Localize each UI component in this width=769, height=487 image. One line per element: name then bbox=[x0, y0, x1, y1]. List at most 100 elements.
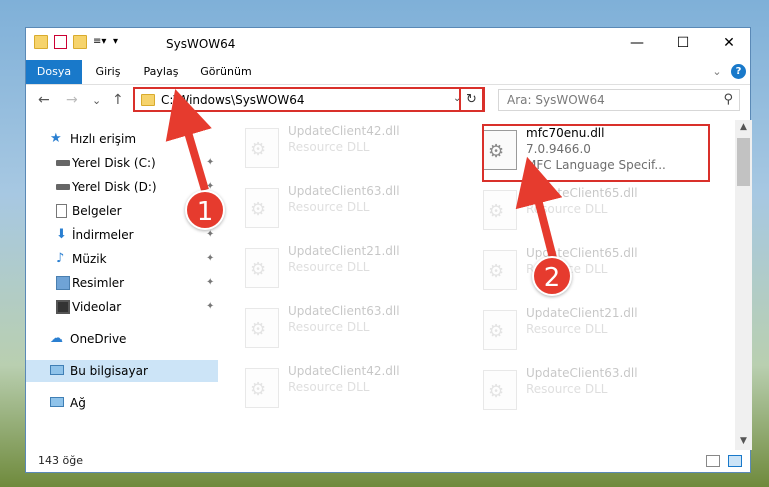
file-name: UpdateClient63.dll bbox=[288, 304, 400, 318]
file-list: ⚙ UpdateClient42.dll Resource DLL ⚙ Upda… bbox=[221, 120, 735, 442]
file-name: UpdateClient42.dll bbox=[288, 364, 400, 378]
sidebar-item-quick-access[interactable]: ★ Hızlı erişim bbox=[26, 128, 218, 150]
sidebar-item-videos[interactable]: Videolar ✦ bbox=[26, 296, 218, 318]
sidebar-item-disk-c[interactable]: Yerel Disk (C:) ✦ bbox=[26, 152, 218, 174]
address-path: C:\Windows\SysWOW64 bbox=[161, 93, 305, 107]
file-item[interactable]: ⚙ UpdateClient65.dll Resource DLL bbox=[479, 244, 709, 296]
sidebar-item-onedrive[interactable]: ☁ OneDrive bbox=[26, 328, 218, 350]
file-name: UpdateClient21.dll bbox=[526, 306, 638, 320]
quick-access-toolbar: ≡▾ ▾ bbox=[34, 35, 127, 49]
drive-icon bbox=[56, 184, 70, 190]
sidebar-item-label: İndirmeler bbox=[72, 228, 134, 242]
file-item[interactable]: ⚙ UpdateClient21.dll Resource DLL bbox=[241, 242, 471, 294]
tab-file[interactable]: Dosya bbox=[26, 60, 82, 84]
annotation-marker-1: 1 bbox=[185, 190, 225, 230]
tab-share[interactable]: Paylaş bbox=[138, 60, 184, 84]
file-item[interactable]: ⚙ UpdateClient42.dll Resource DLL bbox=[241, 362, 471, 414]
scroll-down-icon[interactable]: ▼ bbox=[735, 436, 752, 446]
file-name: UpdateClient21.dll bbox=[288, 244, 400, 258]
navigation-bar: ← → ⌄ ↑ C:\Windows\SysWOW64 ⌄ ↻ Ara: Sys… bbox=[26, 84, 750, 118]
drive-icon bbox=[56, 160, 70, 166]
help-icon[interactable]: ? bbox=[731, 64, 746, 79]
sidebar-item-this-pc[interactable]: Bu bilgisayar bbox=[26, 360, 218, 382]
file-name: UpdateClient42.dll bbox=[288, 124, 400, 138]
close-button[interactable]: ✕ bbox=[706, 28, 752, 58]
sidebar-item-label: Hızlı erişim bbox=[70, 132, 137, 146]
dll-file-icon: ⚙ bbox=[245, 248, 279, 288]
sidebar-item-network[interactable]: Ağ bbox=[26, 392, 218, 414]
sidebar-item-label: Videolar bbox=[72, 300, 122, 314]
status-item-count: 143 öğe bbox=[38, 454, 83, 467]
search-input[interactable]: Ara: SysWOW64 ⚲ bbox=[498, 89, 740, 111]
sidebar-item-pictures[interactable]: Resimler ✦ bbox=[26, 272, 218, 294]
refresh-button[interactable]: ↻ bbox=[459, 87, 484, 112]
search-icon: ⚲ bbox=[723, 92, 733, 107]
folder-icon bbox=[34, 35, 48, 49]
file-item[interactable]: ⚙ UpdateClient21.dll Resource DLL bbox=[479, 304, 709, 356]
minimize-button[interactable]: — bbox=[614, 28, 660, 58]
dll-file-icon: ⚙ bbox=[483, 190, 517, 230]
file-name: UpdateClient63.dll bbox=[526, 366, 638, 380]
qat-dropdown-icon[interactable]: ▾ bbox=[113, 35, 127, 49]
sidebar-item-label: Müzik bbox=[72, 252, 107, 266]
file-item[interactable]: ⚙ UpdateClient63.dll Resource DLL bbox=[241, 182, 471, 234]
dll-file-icon: ⚙ bbox=[483, 310, 517, 350]
details-view-icon[interactable] bbox=[706, 455, 720, 467]
sidebar-item-label: Belgeler bbox=[72, 204, 122, 218]
file-type: Resource DLL bbox=[288, 260, 370, 274]
sidebar-item-music[interactable]: ♪ Müzik ✦ bbox=[26, 248, 218, 270]
explorer-window: ≡▾ ▾ SysWOW64 — ☐ ✕ Dosya Giriş Paylaş G… bbox=[25, 27, 752, 473]
file-type: Resource DLL bbox=[526, 202, 608, 216]
file-type: Resource DLL bbox=[288, 320, 370, 334]
view-toggle[interactable] bbox=[706, 455, 742, 470]
vertical-scrollbar[interactable]: ▲ ▼ bbox=[735, 120, 752, 450]
maximize-button[interactable]: ☐ bbox=[660, 28, 706, 58]
pin-icon: ✦ bbox=[206, 157, 215, 168]
tab-view[interactable]: Görünüm bbox=[198, 60, 254, 84]
file-item[interactable]: ⚙ UpdateClient63.dll Resource DLL bbox=[479, 364, 709, 416]
sidebar-item-label: OneDrive bbox=[70, 332, 127, 346]
computer-icon bbox=[50, 365, 64, 375]
pictures-icon bbox=[56, 276, 70, 290]
recent-locations-button[interactable]: ⌄ bbox=[92, 94, 101, 107]
file-type: Resource DLL bbox=[288, 380, 370, 394]
file-name: UpdateClient63.dll bbox=[288, 184, 400, 198]
title-bar: ≡▾ ▾ SysWOW64 — ☐ ✕ bbox=[26, 28, 750, 60]
back-button[interactable]: ← bbox=[38, 92, 50, 108]
search-placeholder: Ara: SysWOW64 bbox=[507, 93, 605, 107]
ribbon-expand-icon[interactable]: ⌄ bbox=[710, 60, 724, 84]
dll-file-icon: ⚙ bbox=[245, 368, 279, 408]
file-type: Resource DLL bbox=[526, 322, 608, 336]
address-bar[interactable]: C:\Windows\SysWOW64 ⌄ bbox=[133, 87, 485, 112]
file-item[interactable]: ⚙ UpdateClient65.dll Resource DLL bbox=[479, 184, 709, 236]
music-icon: ♪ bbox=[56, 251, 65, 266]
file-item[interactable]: ⚙ UpdateClient63.dll Resource DLL bbox=[241, 302, 471, 354]
pin-icon: ✦ bbox=[206, 277, 215, 288]
file-name: UpdateClient65.dll bbox=[526, 186, 638, 200]
customize-qat-icon[interactable]: ≡▾ bbox=[93, 35, 107, 49]
sidebar-item-disk-d[interactable]: Yerel Disk (D:) ✦ bbox=[26, 176, 218, 198]
new-folder-icon[interactable] bbox=[73, 35, 87, 49]
forward-button[interactable]: → bbox=[66, 92, 78, 108]
videos-icon bbox=[56, 300, 70, 314]
pin-icon: ✦ bbox=[206, 253, 215, 264]
star-icon: ★ bbox=[50, 131, 62, 146]
download-icon: ⬇ bbox=[56, 227, 67, 242]
dll-file-icon: ⚙ bbox=[245, 308, 279, 348]
up-button[interactable]: ↑ bbox=[112, 92, 124, 108]
dll-file-icon: ⚙ bbox=[245, 128, 279, 168]
scroll-up-icon[interactable]: ▲ bbox=[735, 122, 752, 132]
sidebar-item-downloads[interactable]: ⬇ İndirmeler ✦ bbox=[26, 224, 218, 246]
documents-icon bbox=[56, 204, 67, 218]
folder-icon bbox=[141, 94, 155, 106]
large-icons-view-icon[interactable] bbox=[727, 455, 742, 467]
sidebar-item-label: Bu bilgisayar bbox=[70, 364, 148, 378]
file-item[interactable]: ⚙ UpdateClient42.dll Resource DLL bbox=[241, 122, 471, 174]
network-icon bbox=[50, 397, 64, 407]
sidebar-item-label: Yerel Disk (D:) bbox=[72, 180, 157, 194]
properties-icon[interactable] bbox=[54, 35, 67, 49]
cloud-icon: ☁ bbox=[50, 331, 63, 346]
scrollbar-thumb[interactable] bbox=[737, 138, 750, 186]
window-title: SysWOW64 bbox=[166, 37, 236, 51]
tab-home[interactable]: Giriş bbox=[88, 60, 128, 84]
